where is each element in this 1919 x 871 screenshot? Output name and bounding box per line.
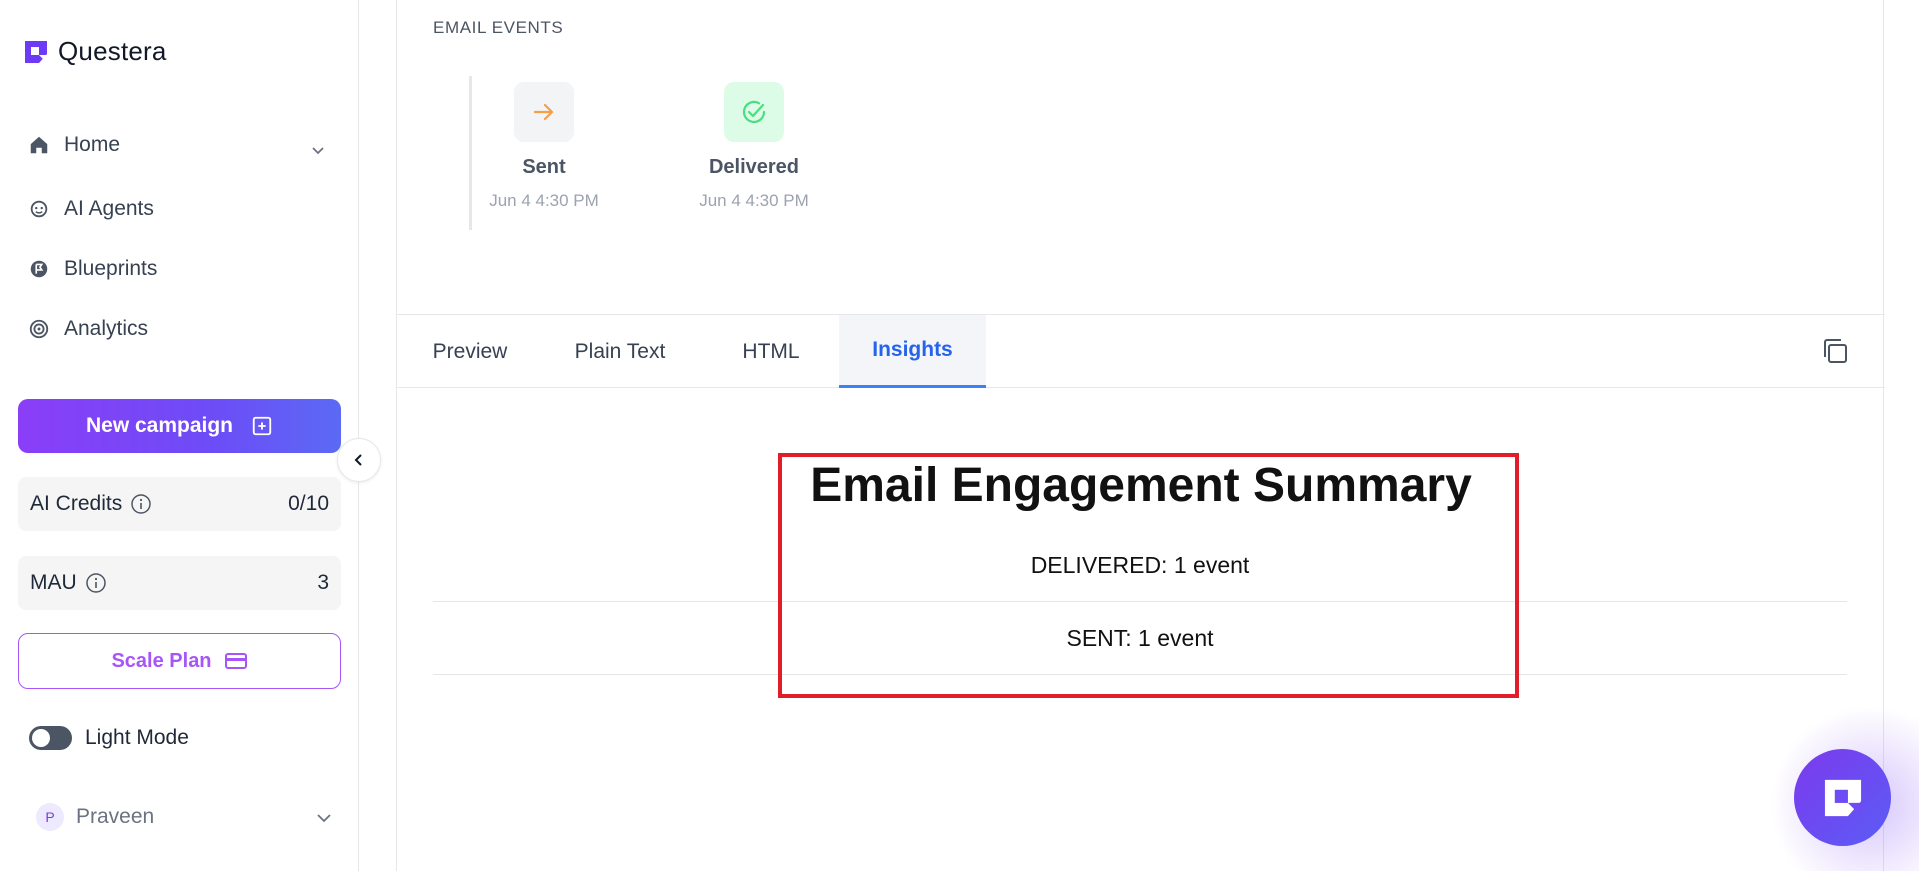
nav-item-label: AI Agents <box>64 197 154 220</box>
event-title: Sent <box>522 156 566 178</box>
brand[interactable]: Questera <box>22 36 167 67</box>
user-name: Praveen <box>76 805 155 828</box>
insights-row: DELIVERED: 1 event <box>433 529 1847 602</box>
sidebar: Questera Home AI Agents Blueprints Analy… <box>0 0 359 871</box>
chevron-down-icon <box>317 814 331 823</box>
blueprint-icon <box>30 260 48 278</box>
event-icon-box <box>724 82 784 142</box>
info-icon[interactable] <box>85 572 107 594</box>
tab-plain-text[interactable]: Plain Text <box>569 315 671 388</box>
event-icon-box <box>514 82 574 142</box>
toggle-knob <box>32 729 50 747</box>
nav-item-blueprints[interactable]: Blueprints <box>28 257 157 281</box>
new-campaign-button[interactable]: New campaign <box>18 399 341 453</box>
questera-logo-icon <box>25 40 47 63</box>
tab-preview[interactable]: Preview <box>433 315 508 388</box>
info-icon[interactable] <box>130 493 152 515</box>
plus-square-icon <box>252 416 272 436</box>
tab-html[interactable]: HTML <box>733 315 809 388</box>
light-mode-label: Light Mode <box>85 726 189 749</box>
scale-plan-button[interactable]: Scale Plan <box>18 633 341 689</box>
event-delivered: Delivered Jun 4 4:30 PM <box>684 82 824 211</box>
tab-insights[interactable]: Insights <box>839 315 986 388</box>
tab-bar: Preview Plain Text HTML Insights <box>397 314 1885 388</box>
new-campaign-label: New campaign <box>85 414 234 437</box>
ai-credits-card: AI Credits 0/10 <box>18 477 341 531</box>
analytics-icon <box>29 319 49 339</box>
nav-item-home[interactable]: Home <box>28 133 120 157</box>
brand-name: Questera <box>58 36 167 66</box>
chevron-down-icon[interactable] <box>308 140 328 160</box>
nav-item-ai-agents[interactable]: AI Agents <box>28 197 154 221</box>
insights-title: Email Engagement Summary <box>810 459 1472 512</box>
event-sent: Sent Jun 4 4:30 PM <box>474 82 614 211</box>
email-detail-panel: EMAIL EVENTS Sent Jun 4 4:30 PM Delivere… <box>396 0 1885 871</box>
nav-item-analytics[interactable]: Analytics <box>28 317 148 341</box>
arrow-right-icon <box>533 103 554 121</box>
event-time: Jun 4 4:30 PM <box>489 191 599 210</box>
avatar: P <box>36 803 64 831</box>
email-events-title: EMAIL EVENTS <box>433 18 564 37</box>
event-time: Jun 4 4:30 PM <box>699 191 809 210</box>
ai-credits-value: 0/10 <box>288 492 329 515</box>
user-menu[interactable]: P Praveen <box>36 803 334 831</box>
nav-item-label: Analytics <box>64 317 149 340</box>
collapse-sidebar-button[interactable] <box>337 438 381 482</box>
insights-row: SENT: 1 event <box>433 602 1847 675</box>
ai-credits-label: AI Credits <box>30 492 123 515</box>
event-title: Delivered <box>708 156 800 178</box>
light-mode-toggle[interactable] <box>29 726 72 750</box>
mau-label: MAU <box>30 571 77 594</box>
chevron-left-icon <box>354 454 362 466</box>
assistant-fab-button[interactable] <box>1794 749 1891 846</box>
home-icon <box>30 136 48 154</box>
nav-item-label: Blueprints <box>64 257 158 280</box>
copy-icon[interactable] <box>1819 335 1851 367</box>
mau-card: MAU 3 <box>18 556 341 610</box>
credit-card-icon <box>224 653 247 669</box>
check-circle-icon <box>742 100 766 124</box>
nav-item-label: Home <box>64 133 121 156</box>
scale-plan-label: Scale Plan <box>111 649 212 672</box>
mau-value: 3 <box>317 571 329 594</box>
light-mode-row: Light Mode <box>29 726 189 750</box>
questera-logo-icon <box>1824 779 1861 816</box>
timeline-line <box>469 76 472 230</box>
agent-icon <box>30 200 48 218</box>
